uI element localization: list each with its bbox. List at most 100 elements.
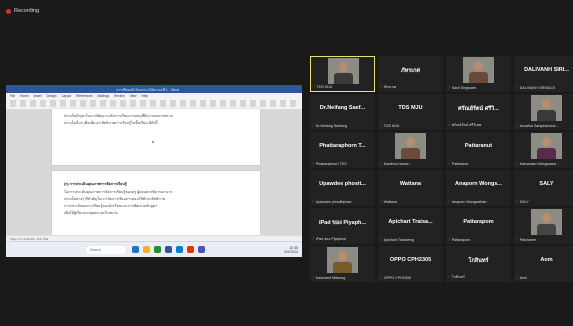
top-bar: Recording <box>0 0 573 24</box>
participant-video <box>327 247 358 273</box>
participant-tile[interactable]: TDS MJU ∕ TDS MJU <box>378 94 443 130</box>
participant-tile[interactable]: SALY ∕ SALY <box>514 170 573 206</box>
participant-display-name: Dr.Neifang Saef... <box>319 105 366 111</box>
record-dot-icon <box>6 8 11 14</box>
participant-name: โกสินทร์ <box>451 275 465 279</box>
participant-tile[interactable]: ∕ TDS MJU <box>310 56 375 92</box>
participant-face <box>406 137 415 147</box>
windows-taskbar: Search 10:35 3/2/2024 <box>6 241 302 257</box>
doc-line: ในการประเมินคุณภาพการจัดการเรียนรู้ของคร… <box>64 190 173 194</box>
participant-name: TDS MJU <box>316 85 333 89</box>
mic-muted-icon: ∕ <box>313 123 314 128</box>
participant-name: ศรัณย์รัตน์ ศรีวิเศษ <box>451 123 482 127</box>
mic-muted-icon: ∕ <box>449 274 450 279</box>
document-page: (ก) การประเมินคุณภาพการจัดการเรียนรู้ ใน… <box>52 171 260 245</box>
participant-label: ∕ ศรัณย์รัตน์ ศรีวิเศษ <box>449 122 481 128</box>
participant-tile[interactable]: ∕ Sasit Singsaeb <box>446 56 511 92</box>
taskbar-date: 3/2/2024 <box>284 250 298 254</box>
participant-tile[interactable]: Upawdee phosit... ∕ Upawdee phosithphan <box>310 170 375 206</box>
participant-tile[interactable]: Pattaranut ∕ Pattaranut <box>446 132 511 168</box>
ribbon-tab: References <box>76 94 93 98</box>
participant-tile[interactable]: ศรัณย์รัตน์ ศรีวิ... ∕ ศรัณย์รัตน์ ศรีวิเศ… <box>446 94 511 130</box>
ribbon-tab: View <box>129 94 137 98</box>
ribbon-tab: Mailings <box>97 94 110 98</box>
taskbar-app-icon <box>165 246 172 253</box>
doc-line: การประเมินผลการเรียนรู้ของนักเรียนและการ… <box>64 204 157 208</box>
participant-tile[interactable]: ∕ Patcharee <box>514 208 573 244</box>
participant-tile[interactable]: DALIVANH SIRI... ∕ DALIVANH SIRISACK <box>514 56 573 92</box>
participant-display-name: Wattana <box>399 181 422 187</box>
participant-display-name: Upawdee phosit... <box>319 181 366 187</box>
participant-label: ∕ Dr.Neifang Saefang <box>313 123 348 128</box>
doc-line: เพื่อให้ผู้เรียนบรรลุผลตามเป้าหมาย <box>64 211 118 215</box>
participant-display-name: Phattaraphorn T... <box>319 143 366 149</box>
participant-label: ∕ TDS MJU <box>314 84 333 89</box>
participant-face <box>339 62 348 72</box>
participant-label: ∕ ภัทรเกศ <box>381 84 396 90</box>
participant-tile[interactable]: Anaporn Wongs... ∕ Anaporn Wongsathan <box>446 170 511 206</box>
mic-muted-icon: ∕ <box>449 237 450 242</box>
mic-muted-icon: ∕ <box>313 161 314 166</box>
mic-muted-icon: ∕ <box>517 275 518 280</box>
taskbar-app-icon <box>176 246 183 253</box>
participant-face <box>542 137 551 147</box>
participant-tile[interactable]: Aom ∕ Aom <box>514 246 573 282</box>
mic-muted-icon: ∕ <box>449 199 450 204</box>
participant-face <box>542 213 551 223</box>
participant-face <box>542 99 551 109</box>
mic-muted-icon: ∕ <box>517 85 518 90</box>
participant-name: Dr.Neifang Saefang <box>315 124 348 128</box>
participant-tile[interactable]: Phattaraphorn T... ∕ Phattaraphorn TDS <box>310 132 375 168</box>
participant-tile[interactable]: โกสินทร์ ∕ โกสินทร์ <box>446 246 511 282</box>
participant-tile[interactable]: OPPO CPH2305 ∕ OPPO CPH2305 <box>378 246 443 282</box>
word-ribbon: File Home Insert Design Layout Reference… <box>6 93 302 110</box>
participant-name: Aunaiha Saraphancha... <box>519 124 559 128</box>
participant-tile[interactable]: Wattana ∕ Wattana <box>378 170 443 206</box>
taskbar-app-icon <box>187 246 194 253</box>
participant-label: ∕ Wattana <box>381 199 397 204</box>
participant-name: Anaporn Wongsathan <box>451 200 487 204</box>
participant-tile[interactable]: Dr.Neifang Saef... ∕ Dr.Neifang Saefang <box>310 94 375 130</box>
recording-indicator[interactable]: Recording <box>6 8 39 14</box>
participant-face <box>474 61 483 71</box>
participant-tile[interactable]: Apichart Traisa... ∕ Apichart Traisaeng <box>378 208 443 244</box>
participant-video <box>463 57 494 83</box>
participant-display-name: โกสินทร์ <box>468 258 489 264</box>
participant-display-name: Anaporn Wongs... <box>455 181 502 187</box>
shared-screen: การเขียนเค้าโครงร่างวิจัยระยะที่ 1 - Wor… <box>6 85 302 257</box>
participant-label: ∕ DALIVANH SIRISACK <box>517 85 555 90</box>
participant-name: Patcharee <box>519 238 537 242</box>
participant-display-name: ศรัณย์รัตน์ ศรีวิ... <box>458 106 499 112</box>
taskbar-clock: 10:35 3/2/2024 <box>284 246 298 254</box>
participant-tile[interactable]: ∕ Aunaiha Saraphancha... <box>514 94 573 130</box>
participant-label: ∕ Pattarapom <box>449 237 470 242</box>
participant-body <box>334 73 353 84</box>
word-window-title: การเขียนเค้าโครงร่างวิจัยระยะที่ 1 - Wor… <box>116 87 180 92</box>
participant-video <box>531 209 562 235</box>
taskbar-icons <box>132 246 205 253</box>
participant-tile[interactable]: iPad ของ Piyaph... ∕ iPad ของ Piyaphon <box>310 208 375 244</box>
mic-muted-icon: ∕ <box>381 275 382 280</box>
participant-label: ∕ Aom <box>517 275 527 280</box>
ribbon-tab: Design <box>46 94 57 98</box>
participant-tile[interactable]: ∕ Kawinna Hasse... <box>378 132 443 168</box>
participant-tile[interactable]: ภัทรเกศ ∕ ภัทรเกศ <box>378 56 443 92</box>
mic-muted-icon: ∕ <box>449 122 450 127</box>
mic-muted-icon: ∕ <box>449 85 450 90</box>
word-title-bar: การเขียนเค้าโครงร่างวิจัยระยะที่ 1 - Wor… <box>6 85 302 93</box>
taskbar-search: Search <box>86 246 126 254</box>
mic-muted-icon: ∕ <box>381 199 382 204</box>
participant-name: Apichart Traisaeng <box>383 238 414 242</box>
taskbar-app-icon <box>154 246 161 253</box>
doc-line: ประเด็นต่างๆ ที่สำคัญในการจัดการเรียนการ… <box>64 197 165 201</box>
mic-muted-icon: ∕ <box>517 199 518 204</box>
participant-tile[interactable]: Pattarapom ∕ Pattarapom <box>446 208 511 244</box>
participant-body <box>469 72 488 83</box>
mic-muted-icon: ∕ <box>381 161 382 166</box>
participant-tile[interactable]: ∕ Kanmanit Mitwong <box>310 246 375 282</box>
doc-line: ประเด็นปัญหาในการพัฒนาระดับการเรียนการสอ… <box>64 114 173 118</box>
participant-name: iPad ของ Piyaphon <box>315 237 347 241</box>
participant-label: ∕ Phattaraphorn TDS <box>313 161 347 166</box>
participant-tile[interactable]: ∕ Kanokwan Wangsaard... <box>514 132 573 168</box>
participant-name: SALY <box>519 200 529 204</box>
